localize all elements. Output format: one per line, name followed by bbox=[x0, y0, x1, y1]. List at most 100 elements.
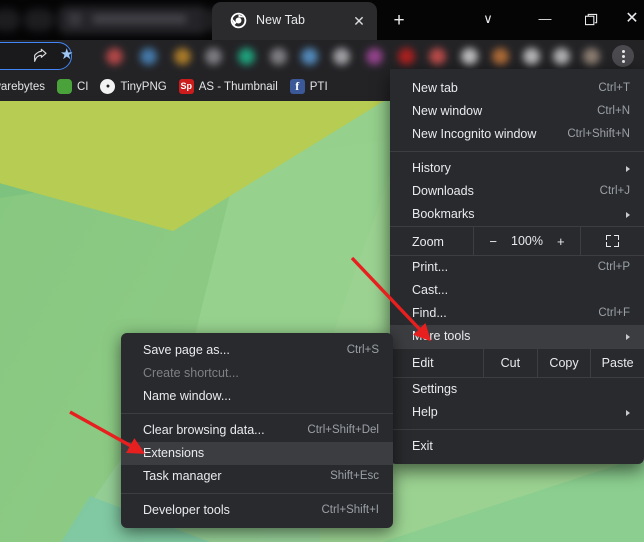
menu-item-find[interactable]: Find... Ctrl+F bbox=[390, 302, 644, 325]
extension-icon-4[interactable] bbox=[238, 48, 255, 65]
menu-item-extensions[interactable]: Extensions bbox=[121, 442, 393, 465]
extension-icon-15[interactable] bbox=[583, 48, 600, 65]
menu-item-new-tab[interactable]: New tab Ctrl+T bbox=[390, 77, 644, 100]
close-window-button[interactable]: ✕ bbox=[615, 4, 644, 34]
menu-item-print[interactable]: Print... Ctrl+P bbox=[390, 256, 644, 279]
extension-icon-10[interactable] bbox=[429, 48, 446, 65]
bookmark-item-4[interactable]: f PTI bbox=[289, 79, 328, 94]
menu-item-history[interactable]: History bbox=[390, 157, 644, 180]
menu-separator bbox=[390, 151, 644, 152]
menu-item-shortcut: Ctrl+P bbox=[597, 261, 630, 273]
share-icon[interactable] bbox=[32, 48, 48, 64]
cut-button[interactable]: Cut bbox=[483, 349, 537, 377]
extension-icon-8[interactable] bbox=[366, 48, 383, 65]
extension-icon-14[interactable] bbox=[553, 48, 570, 65]
chevron-right-icon bbox=[626, 211, 630, 218]
background-tabs-blurred bbox=[0, 0, 240, 40]
menu-item-bookmarks[interactable]: Bookmarks bbox=[390, 203, 644, 226]
menu-item-label: History bbox=[412, 161, 451, 175]
menu-item-exit[interactable]: Exit bbox=[390, 435, 644, 458]
menu-item-downloads[interactable]: Downloads Ctrl+J bbox=[390, 180, 644, 203]
paste-button[interactable]: Paste bbox=[590, 349, 644, 377]
tab-new-tab[interactable]: New Tab ✕ bbox=[212, 2, 377, 40]
minimize-button[interactable]: — bbox=[528, 4, 562, 34]
menu-item-task-manager[interactable]: Task manager Shift+Esc bbox=[121, 465, 393, 488]
copy-button[interactable]: Copy bbox=[536, 349, 591, 377]
edit-label: Edit bbox=[412, 356, 434, 370]
menu-item-label: Extensions bbox=[143, 446, 205, 460]
menu-item-shortcut: Ctrl+F bbox=[598, 307, 630, 319]
menu-item-settings[interactable]: Settings bbox=[390, 378, 644, 401]
menu-item-developer-tools[interactable]: Developer tools Ctrl+Shift+I bbox=[121, 499, 393, 522]
menu-item-label: Find... bbox=[412, 306, 447, 320]
extension-icon-7[interactable] bbox=[333, 48, 350, 65]
title-bar: New Tab ✕ + ∨ — ✕ bbox=[0, 0, 644, 40]
bookmark-item-3[interactable]: Sp AS - Thumbnail bbox=[178, 79, 278, 94]
maximize-button[interactable] bbox=[574, 4, 608, 34]
bookmark-item-0[interactable]: lwarebytes bbox=[0, 81, 45, 93]
menu-item-label: Settings bbox=[412, 382, 458, 396]
menu-item-shortcut: Ctrl+S bbox=[346, 344, 379, 356]
new-tab-button[interactable]: + bbox=[386, 8, 412, 34]
chameleon-icon bbox=[56, 79, 72, 94]
extension-icon-12[interactable] bbox=[492, 48, 509, 65]
facebook-icon: f bbox=[289, 79, 305, 94]
chrome-menu-button[interactable] bbox=[612, 45, 634, 67]
zoom-level-value: 100% bbox=[511, 234, 543, 248]
menu-item-label: More tools bbox=[412, 329, 471, 343]
extension-icon-2[interactable] bbox=[174, 48, 191, 65]
menu-item-name-window[interactable]: Name window... bbox=[121, 385, 393, 408]
bookmark-label: AS - Thumbnail bbox=[198, 80, 278, 93]
menu-item-label: Downloads bbox=[412, 184, 474, 198]
menu-item-shortcut: Ctrl+J bbox=[599, 185, 630, 197]
extension-icon-0[interactable] bbox=[106, 48, 123, 65]
bookmark-label: CI bbox=[76, 80, 89, 93]
menu-item-new-window[interactable]: New window Ctrl+N bbox=[390, 100, 644, 123]
chevron-down-icon[interactable]: ∨ bbox=[471, 4, 505, 34]
close-tab-icon[interactable]: ✕ bbox=[350, 12, 368, 30]
bookmark-item-2[interactable]: ● TinyPNG bbox=[100, 79, 167, 94]
extension-icon-5[interactable] bbox=[270, 48, 287, 65]
fullscreen-icon bbox=[606, 235, 619, 247]
menu-item-label: New window bbox=[412, 104, 483, 118]
bookmark-star-icon[interactable]: ★ bbox=[60, 47, 73, 63]
zoom-out-button[interactable]: − bbox=[489, 234, 497, 249]
extension-icon-6[interactable] bbox=[301, 48, 318, 65]
menu-item-label: Task manager bbox=[143, 469, 222, 483]
menu-item-shortcut: Shift+Esc bbox=[330, 470, 379, 482]
menu-item-shortcut: Ctrl+Shift+I bbox=[321, 504, 379, 516]
bookmark-label: PTI bbox=[309, 80, 328, 93]
more-tools-submenu: Save page as... Ctrl+S Create shortcut... N… bbox=[121, 333, 393, 528]
extension-icon-1[interactable] bbox=[140, 48, 157, 65]
extension-icon-3[interactable] bbox=[205, 48, 222, 65]
menu-item-label: New Incognito window bbox=[412, 127, 537, 141]
menu-item-more-tools[interactable]: More tools bbox=[390, 325, 644, 348]
bookmark-item-1[interactable]: CI bbox=[56, 79, 89, 94]
menu-separator bbox=[121, 413, 393, 414]
menu-item-save-page-as[interactable]: Save page as... Ctrl+S bbox=[121, 339, 393, 362]
menu-separator bbox=[121, 493, 393, 494]
chrome-icon bbox=[230, 12, 247, 29]
extension-icon-9[interactable] bbox=[398, 48, 415, 65]
extension-icon-13[interactable] bbox=[523, 48, 540, 65]
tab-title: New Tab bbox=[256, 13, 306, 27]
menu-item-label: Create shortcut... bbox=[143, 366, 239, 380]
extensions-toolbar: ★ bbox=[0, 40, 644, 72]
adobe-spark-icon: Sp bbox=[178, 79, 194, 94]
menu-item-cast[interactable]: Cast... bbox=[390, 279, 644, 302]
menu-item-clear-browsing-data[interactable]: Clear browsing data... Ctrl+Shift+Del bbox=[121, 419, 393, 442]
fullscreen-button[interactable] bbox=[580, 227, 644, 255]
chrome-main-menu: New tab Ctrl+T New window Ctrl+N New Incogni… bbox=[390, 69, 644, 464]
chevron-right-icon bbox=[626, 409, 630, 416]
menu-item-label: Exit bbox=[412, 439, 433, 453]
chevron-right-icon bbox=[626, 333, 630, 340]
menu-item-help[interactable]: Help bbox=[390, 401, 644, 424]
edit-row: Edit Cut Copy Paste bbox=[390, 348, 644, 378]
menu-item-shortcut: Ctrl+Shift+N bbox=[567, 128, 630, 140]
menu-separator bbox=[390, 429, 644, 430]
menu-item-create-shortcut: Create shortcut... bbox=[121, 362, 393, 385]
menu-item-new-incognito-window[interactable]: New Incognito window Ctrl+Shift+N bbox=[390, 123, 644, 146]
extension-icon-11[interactable] bbox=[461, 48, 478, 65]
menu-item-label: Save page as... bbox=[143, 343, 230, 357]
zoom-in-button[interactable]: + bbox=[557, 234, 565, 249]
